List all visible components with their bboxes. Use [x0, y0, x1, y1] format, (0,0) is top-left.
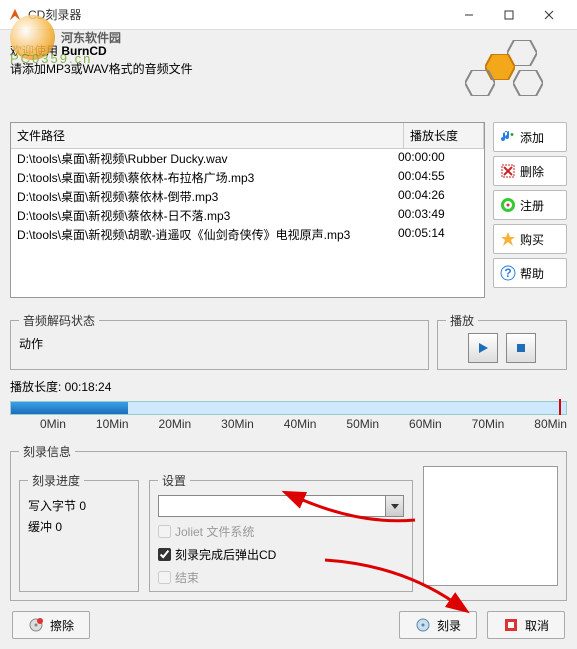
play-box: 播放 — [437, 312, 567, 370]
svg-text:?: ? — [504, 266, 511, 280]
help-button[interactable]: ? 帮助 — [493, 258, 567, 288]
tick-label: 80Min — [534, 417, 567, 431]
file-path-cell: D:\tools\桌面\新视频\蔡依林-布拉格广场.mp3 — [17, 169, 398, 186]
buy-button[interactable]: 购买 — [493, 224, 567, 254]
file-path-cell: D:\tools\桌面\新视频\Rubber Ducky.wav — [17, 150, 398, 167]
burn-label: 刻录 — [437, 617, 461, 634]
file-path-cell: D:\tools\桌面\新视频\胡歌-逍遥叹《仙剑奇侠传》电视原声.mp3 — [17, 226, 398, 243]
cancel-label: 取消 — [525, 617, 549, 634]
file-list[interactable]: 文件路径 播放长度 D:\tools\桌面\新视频\Rubber Ducky.w… — [10, 122, 485, 298]
maximize-button[interactable] — [489, 1, 529, 29]
burn-button[interactable]: 刻录 — [399, 611, 477, 639]
table-row[interactable]: D:\tools\桌面\新视频\Rubber Ducky.wav00:00:00 — [11, 149, 484, 168]
delete-label: 删除 — [520, 163, 544, 180]
chevron-down-icon — [385, 496, 403, 516]
titlebar: CD刻录器 — [0, 0, 577, 30]
tick-label: 10Min — [96, 417, 129, 431]
tick-label: 40Min — [284, 417, 317, 431]
col-duration[interactable]: 播放长度 — [404, 123, 484, 148]
tick-label: 20Min — [159, 417, 192, 431]
delete-icon — [500, 163, 516, 179]
add-label: 添加 — [520, 129, 544, 146]
play-length-value: 00:18:24 — [65, 380, 112, 394]
burn-info-box: 刻录信息 刻录进度 写入字节 0 缓冲 0 设置 — [10, 443, 567, 601]
erase-button[interactable]: 擦除 — [12, 611, 90, 639]
settings-legend: 设置 — [158, 472, 190, 489]
play-legend: 播放 — [446, 312, 478, 329]
timeline-ticks: 0Min 10Min 20Min 30Min 40Min 50Min 60Min 70Min 8… — [10, 417, 567, 431]
play-button[interactable] — [468, 333, 498, 363]
file-list-header: 文件路径 播放长度 — [11, 123, 484, 149]
app-icon — [8, 8, 22, 22]
minimize-button[interactable] — [449, 1, 489, 29]
buffer-value: 0 — [55, 520, 62, 534]
file-duration-cell: 00:00:00 — [398, 150, 478, 167]
timeline-bar[interactable] — [10, 401, 567, 415]
tick-label: 50Min — [346, 417, 379, 431]
end-checkbox: 结束 — [158, 569, 404, 586]
action-label: 动作 — [19, 335, 420, 352]
file-duration-cell: 00:04:55 — [398, 169, 478, 186]
cancel-icon — [503, 617, 519, 633]
bytes-value: 0 — [79, 499, 86, 513]
table-row[interactable]: D:\tools\桌面\新视频\蔡依林-布拉格广场.mp300:04:55 — [11, 168, 484, 187]
add-button[interactable]: 添加 — [493, 122, 567, 152]
disc-burn-icon — [415, 617, 431, 633]
decode-legend: 音频解码状态 — [19, 312, 99, 329]
joliet-checkbox: Joliet 文件系统 — [158, 523, 404, 540]
table-row[interactable]: D:\tools\桌面\新视频\蔡依林-日不落.mp300:03:49 — [11, 206, 484, 225]
tick-label: 70Min — [472, 417, 505, 431]
register-label: 注册 — [520, 197, 544, 214]
bytes-label: 写入字节 — [28, 499, 76, 513]
burn-legend: 刻录信息 — [19, 443, 75, 460]
intro-appname: BurnCD — [61, 44, 106, 58]
table-row[interactable]: D:\tools\桌面\新视频\胡歌-逍遥叹《仙剑奇侠传》电视原声.mp300:… — [11, 225, 484, 244]
window-title: CD刻录器 — [28, 6, 449, 23]
settings-box: 设置 Joliet 文件系统 刻录完成后弹出CD — [149, 472, 413, 592]
help-icon: ? — [500, 265, 516, 281]
timeline-fill — [11, 402, 128, 414]
music-plus-icon — [500, 129, 516, 145]
table-row[interactable]: D:\tools\桌面\新视频\蔡依林-倒带.mp300:04:26 — [11, 187, 484, 206]
cancel-button[interactable]: 取消 — [487, 611, 565, 639]
delete-button[interactable]: 删除 — [493, 156, 567, 186]
burn-progress-legend: 刻录进度 — [28, 472, 84, 489]
file-path-cell: D:\tools\桌面\新视频\蔡依林-日不落.mp3 — [17, 207, 398, 224]
buffer-label: 缓冲 — [28, 520, 52, 534]
erase-label: 擦除 — [50, 617, 74, 634]
register-icon — [500, 197, 516, 213]
file-duration-cell: 00:03:49 — [398, 207, 478, 224]
play-length-label: 播放长度: 00:18:24 — [10, 378, 567, 395]
burn-progress-box: 刻录进度 写入字节 0 缓冲 0 — [19, 472, 139, 592]
log-box[interactable] — [423, 466, 558, 586]
file-duration-cell: 00:05:14 — [398, 226, 478, 243]
burner-select[interactable] — [158, 495, 404, 517]
help-label: 帮助 — [520, 265, 544, 282]
disc-erase-icon — [28, 617, 44, 633]
intro-prefix: 欢迎使用 — [10, 44, 61, 58]
hex-logo-icon — [465, 40, 555, 110]
decode-status-box: 音频解码状态 动作 — [10, 312, 429, 370]
timeline-limit-marker — [559, 399, 561, 415]
stop-button[interactable] — [506, 333, 536, 363]
col-path[interactable]: 文件路径 — [11, 123, 404, 148]
buy-label: 购买 — [520, 231, 544, 248]
tick-label: 30Min — [221, 417, 254, 431]
close-button[interactable] — [529, 1, 569, 29]
register-button[interactable]: 注册 — [493, 190, 567, 220]
tick-label: 0Min — [40, 417, 66, 431]
tick-label: 60Min — [409, 417, 442, 431]
buy-icon — [500, 231, 516, 247]
eject-checkbox[interactable]: 刻录完成后弹出CD — [158, 546, 404, 563]
file-path-cell: D:\tools\桌面\新视频\蔡依林-倒带.mp3 — [17, 188, 398, 205]
file-duration-cell: 00:04:26 — [398, 188, 478, 205]
